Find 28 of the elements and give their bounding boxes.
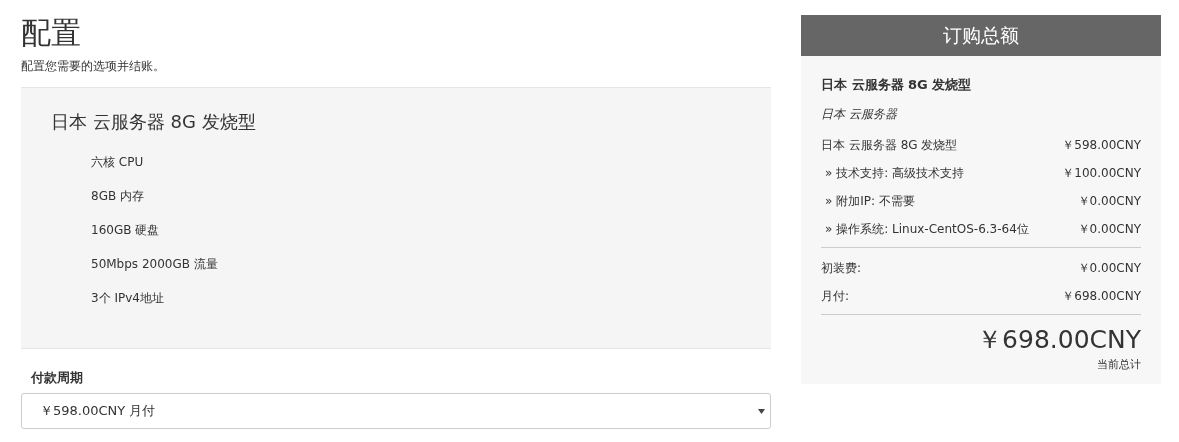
fee-label: 月付: xyxy=(821,288,850,305)
item-price: ￥598.00CNY xyxy=(1062,137,1141,154)
product-feature: 50Mbps 2000GB 流量 xyxy=(91,256,219,273)
total-amount: ￥698.00CNY xyxy=(977,325,1141,354)
total-label: 当前总计 xyxy=(1097,358,1141,371)
item-price: ￥0.00CNY xyxy=(1077,221,1141,238)
product-name: 日本 云服务器 8G 发烧型 xyxy=(51,110,257,134)
fee-price: ￥698.00CNY xyxy=(1062,288,1141,305)
fee-label: 初装费: xyxy=(821,260,862,277)
item-price: ￥0.00CNY xyxy=(1077,193,1141,210)
product-feature: 3个 IPv4地址 xyxy=(91,290,165,307)
summary-header: 订购总额 xyxy=(801,15,1161,56)
item-price: ￥100.00CNY xyxy=(1062,165,1141,182)
fee-price: ￥0.00CNY xyxy=(1077,260,1141,277)
billing-cycle-select[interactable]: ￥598.00CNY 月付 xyxy=(21,393,771,429)
option-label: » 技术支持: 高级技术支持 xyxy=(825,165,964,182)
item-label: 日本 云服务器 8G 发烧型 xyxy=(821,137,958,154)
caret-icon xyxy=(758,408,765,414)
field-label: 付款周期 xyxy=(31,369,84,387)
page-title: 配置 xyxy=(21,14,82,52)
option-label: » 附加IP: 不需要 xyxy=(825,193,915,210)
product-feature: 160GB 硬盘 xyxy=(91,222,161,239)
summary-product-name: 日本 云服务器 8G 发烧型 xyxy=(821,76,973,94)
product-feature: 六核 CPU xyxy=(91,154,145,171)
page-subtitle: 配置您需要的选项并结账。 xyxy=(21,58,166,75)
product-feature: 8GB 内存 xyxy=(91,188,145,205)
option-label: » 操作系统: Linux-CentOS-6.3-64位 xyxy=(825,221,1029,238)
summary-product-group: 日本 云服务器 xyxy=(821,106,1141,123)
